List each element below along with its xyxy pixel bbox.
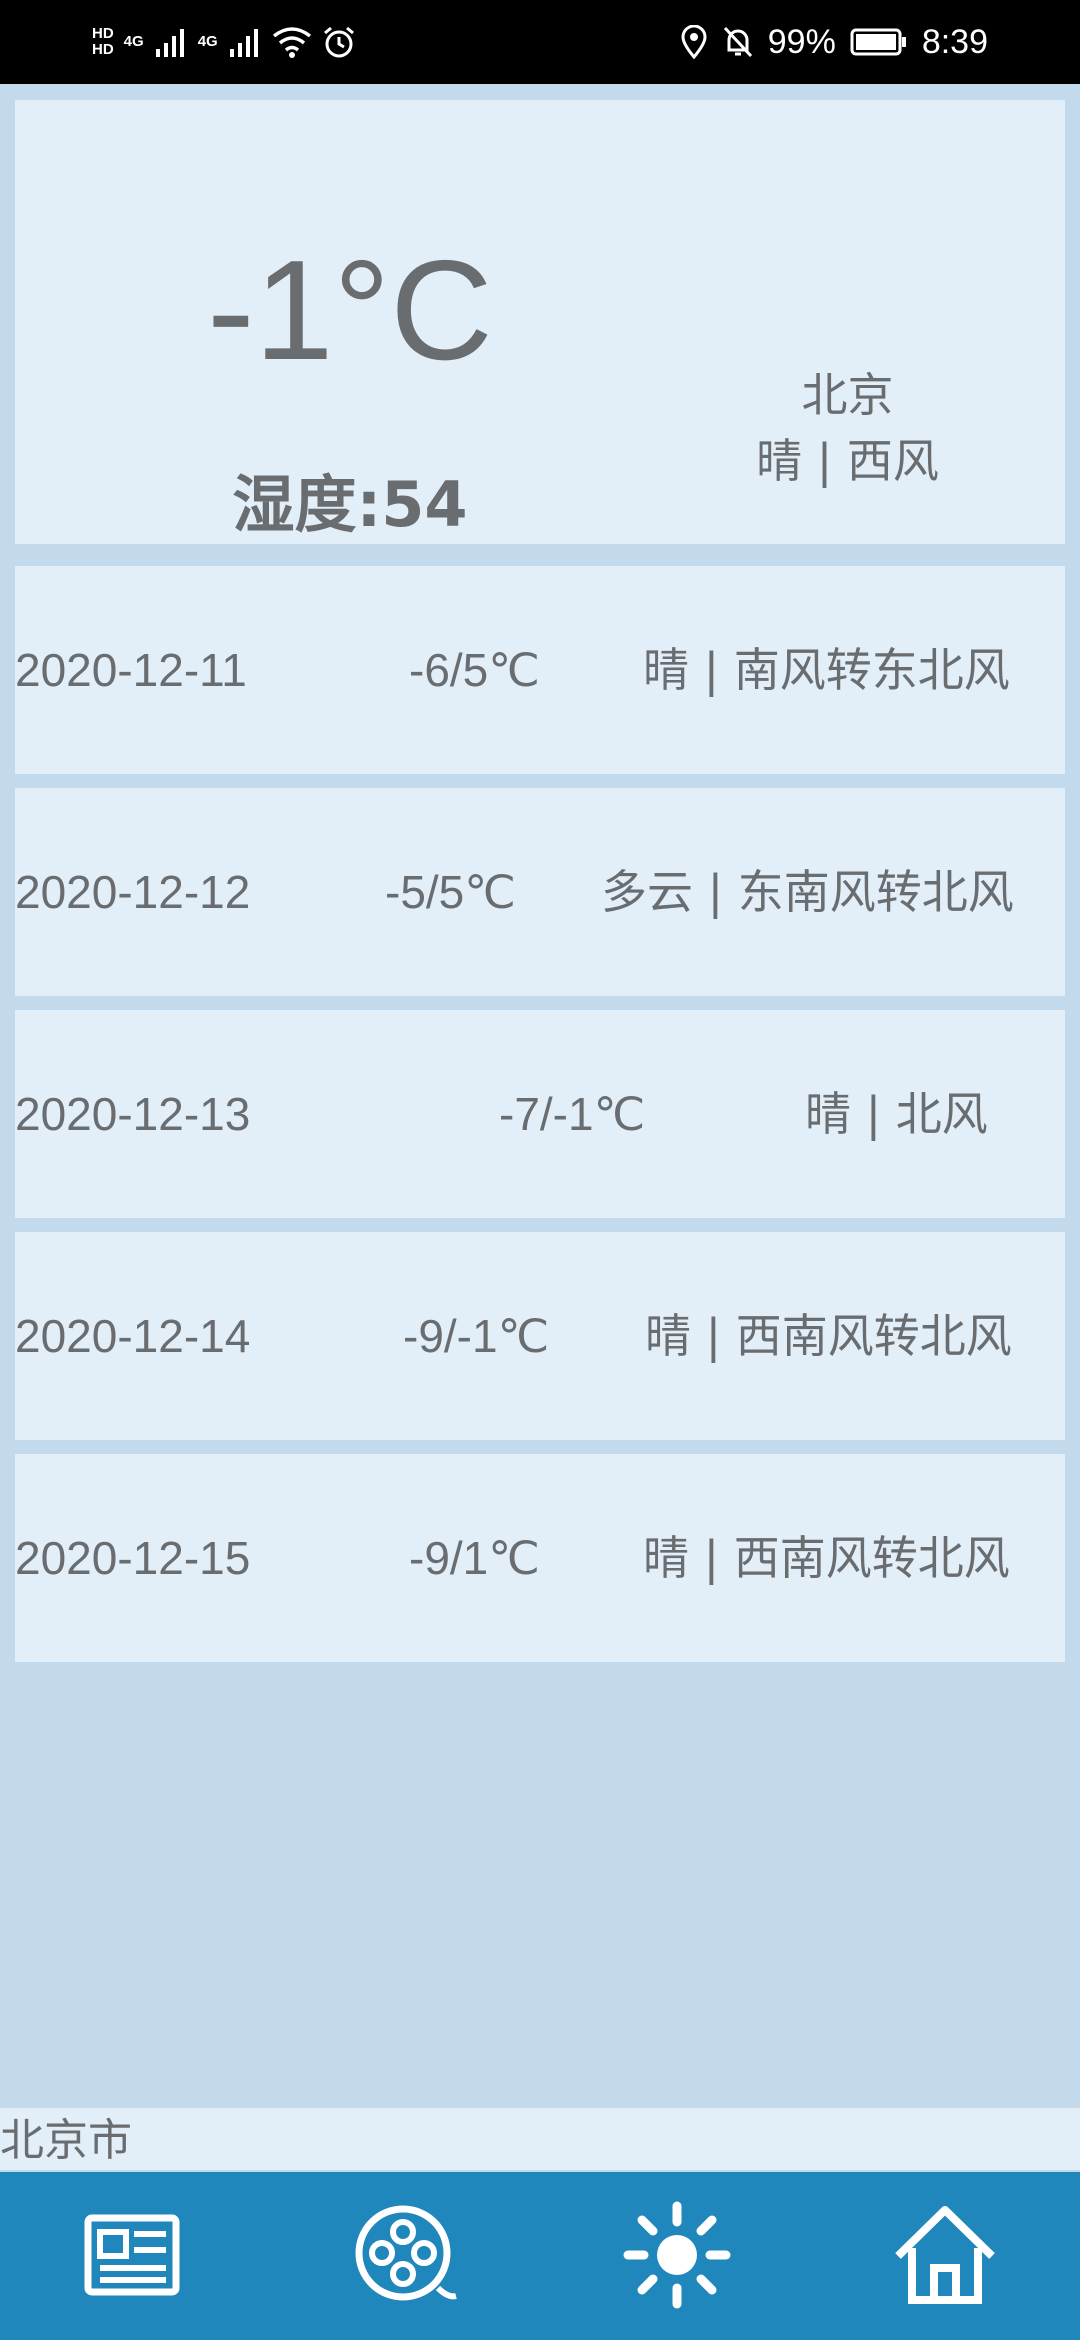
nav-news-button[interactable] xyxy=(78,2200,188,2310)
forecast-desc: 多云 | 东南风转北风 xyxy=(601,865,1014,919)
film-reel-icon xyxy=(355,2205,457,2301)
clock-time: 8:39 xyxy=(921,22,988,61)
forecast-row: 2020-12-11 -6/5℃ 晴 | 南风转东北风 xyxy=(15,566,1065,774)
sim1-network-label: 4G xyxy=(123,33,144,50)
nav-weather-button[interactable] xyxy=(622,2200,732,2310)
hd-indicator: HD HD xyxy=(92,26,114,58)
forecast-date: 2020-12-15 xyxy=(15,1532,251,1584)
forecast-temp: -9/1℃ xyxy=(409,1532,540,1584)
forecast-desc: 晴 | 西南风转北风 xyxy=(645,1309,1012,1363)
forecast-date: 2020-12-14 xyxy=(15,1310,251,1362)
news-icon xyxy=(84,2214,180,2296)
city-info: 北京 晴 | 西风 xyxy=(685,362,1010,494)
hd2-label: HD xyxy=(92,41,114,58)
sun-icon xyxy=(623,2201,731,2309)
signal-icon xyxy=(229,29,258,57)
battery-icon xyxy=(850,28,906,56)
status-bar: HD HD 4G 4G 99% 8:39 xyxy=(0,0,1080,84)
forecast-row: 2020-12-12 -5/5℃ 多云 | 东南风转北风 xyxy=(15,788,1065,996)
nav-movie-button[interactable] xyxy=(350,2200,460,2310)
forecast-date: 2020-12-11 xyxy=(15,644,247,696)
location-label: 北京市 xyxy=(0,2108,1080,2170)
status-left: HD HD 4G 4G xyxy=(92,14,356,70)
battery-percent: 99% xyxy=(767,22,836,61)
home-icon xyxy=(895,2206,995,2304)
forecast-date: 2020-12-13 xyxy=(15,1088,251,1140)
current-condition: 晴 | 西风 xyxy=(756,434,939,488)
forecast-row: 2020-12-14 -9/-1℃ 晴 | 西南风转北风 xyxy=(15,1232,1065,1440)
forecast-desc: 晴 | 南风转东北风 xyxy=(643,643,1010,697)
current-temperature: -1°C xyxy=(207,231,493,390)
forecast-temp: -7/-1℃ xyxy=(499,1088,646,1140)
forecast-temp: -5/5℃ xyxy=(385,866,516,918)
alarm-icon xyxy=(323,26,354,58)
forecast-temp: -9/-1℃ xyxy=(403,1310,550,1362)
status-right: 99% 8:39 xyxy=(680,14,988,70)
location-icon xyxy=(681,25,707,59)
mute-icon xyxy=(723,26,752,58)
forecast-desc: 晴 | 西南风转北风 xyxy=(643,1531,1010,1585)
city-name: 北京 xyxy=(801,368,894,422)
current-weather-card: -1°C 湿度:54 北京 晴 | 西风 xyxy=(15,100,1065,544)
humidity-label: 湿度:54 xyxy=(232,468,468,541)
hd1-label: HD xyxy=(92,25,114,42)
forecast-desc: 晴 | 北风 xyxy=(805,1087,988,1141)
wifi-icon xyxy=(272,27,311,58)
signal-icon xyxy=(155,29,184,57)
bottom-nav xyxy=(0,2172,1080,2340)
forecast-row: 2020-12-13 -7/-1℃ 晴 | 北风 xyxy=(15,1010,1065,1218)
nav-home-button[interactable] xyxy=(890,2200,1000,2310)
forecast-date: 2020-12-12 xyxy=(15,866,251,918)
forecast-row: 2020-12-15 -9/1℃ 晴 | 西南风转北风 xyxy=(15,1454,1065,1662)
sim2-network-label: 4G xyxy=(197,33,218,50)
forecast-temp: -6/5℃ xyxy=(409,644,540,696)
